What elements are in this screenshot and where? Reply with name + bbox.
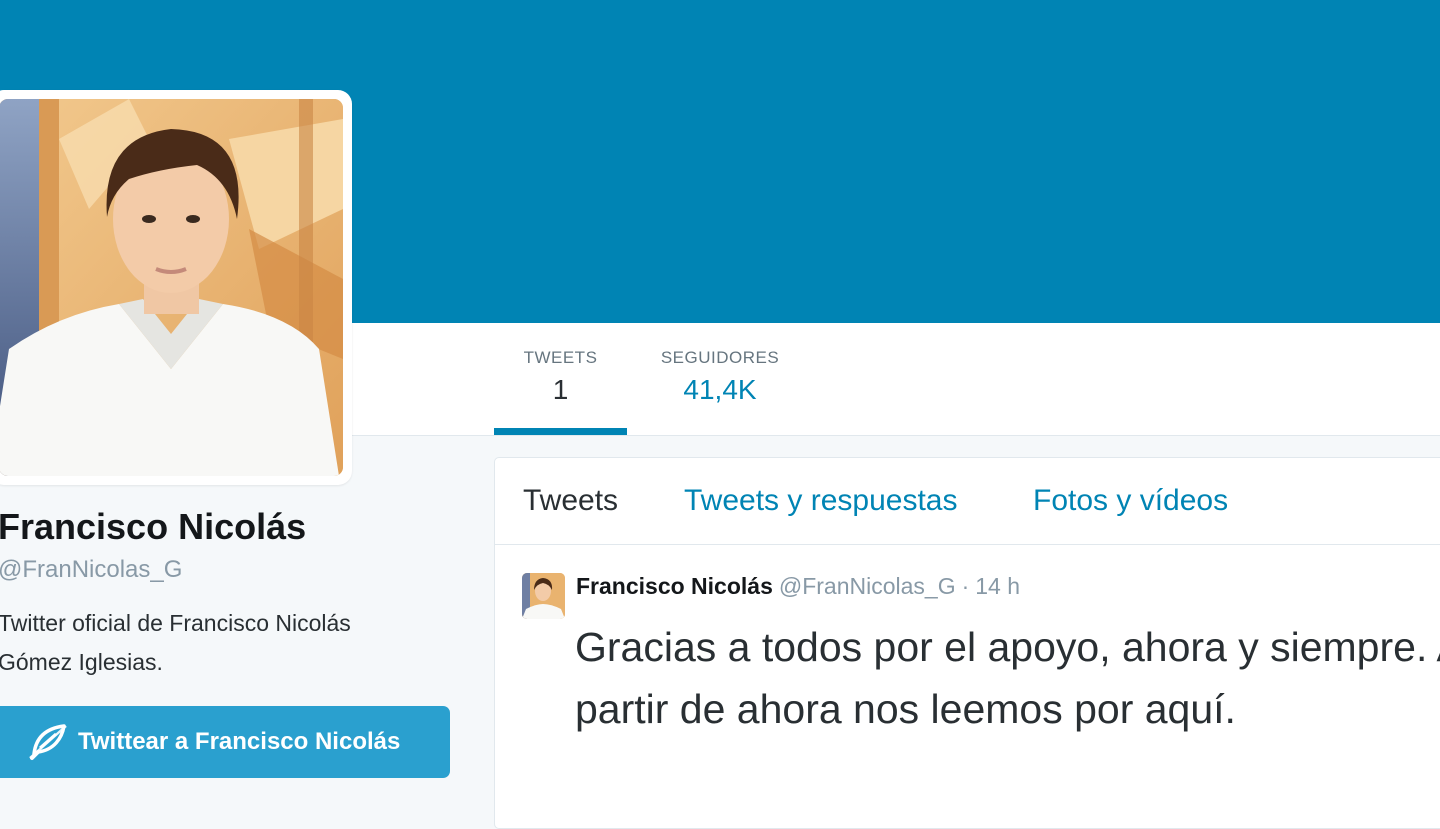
nav-stat-followers-value: 41,4K: [683, 374, 757, 405]
tweet-to-button[interactable]: Twittear a Francisco Nicolás: [0, 706, 450, 778]
timeline-tabs: Tweets Tweets y respuestas Fotos y vídeo…: [495, 458, 1440, 545]
profile-photo: [0, 99, 343, 476]
tab-tweets[interactable]: Tweets: [523, 484, 618, 518]
nav-active-indicator: [494, 428, 627, 435]
tweet-timestamp[interactable]: 14 h: [975, 573, 1020, 599]
tweet-header: Francisco Nicolás @FranNicolas_G · 14 h: [576, 573, 1020, 600]
profile-handle[interactable]: @FranNicolas_G: [0, 556, 182, 584]
tweet-separator: ·: [961, 573, 970, 599]
tweet-text: Gracias a todos por el apoyo, ahora y si…: [575, 624, 1440, 732]
profile-name[interactable]: Francisco Nicolás: [0, 506, 306, 548]
tab-tweets-and-replies[interactable]: Tweets y respuestas: [684, 484, 957, 518]
nav-stat-followers-label: SEGUIDORES: [660, 348, 780, 367]
nav-stat-tweets[interactable]: TWEETS 1: [494, 348, 627, 406]
timeline-panel: Tweets Tweets y respuestas Fotos y vídeo…: [494, 457, 1440, 829]
quill-icon: [29, 724, 67, 760]
tweet-avatar[interactable]: [522, 573, 565, 619]
tweet-to-button-label: Twittear a Francisco Nicolás: [78, 728, 401, 755]
nav-stat-followers[interactable]: SEGUIDORES 41,4K: [640, 348, 800, 406]
nav-stat-tweets-label: TWEETS: [523, 348, 598, 367]
tab-photos-and-videos[interactable]: Fotos y vídeos: [1033, 484, 1228, 518]
profile-bio: Twitter oficial de Francisco Nicolás Góm…: [0, 610, 351, 675]
tweet-author-handle[interactable]: @FranNicolas_G: [779, 573, 956, 599]
tweet-author-name[interactable]: Francisco Nicolás: [576, 573, 773, 599]
profile-avatar[interactable]: [0, 90, 352, 485]
nav-stat-tweets-value: 1: [552, 374, 569, 405]
